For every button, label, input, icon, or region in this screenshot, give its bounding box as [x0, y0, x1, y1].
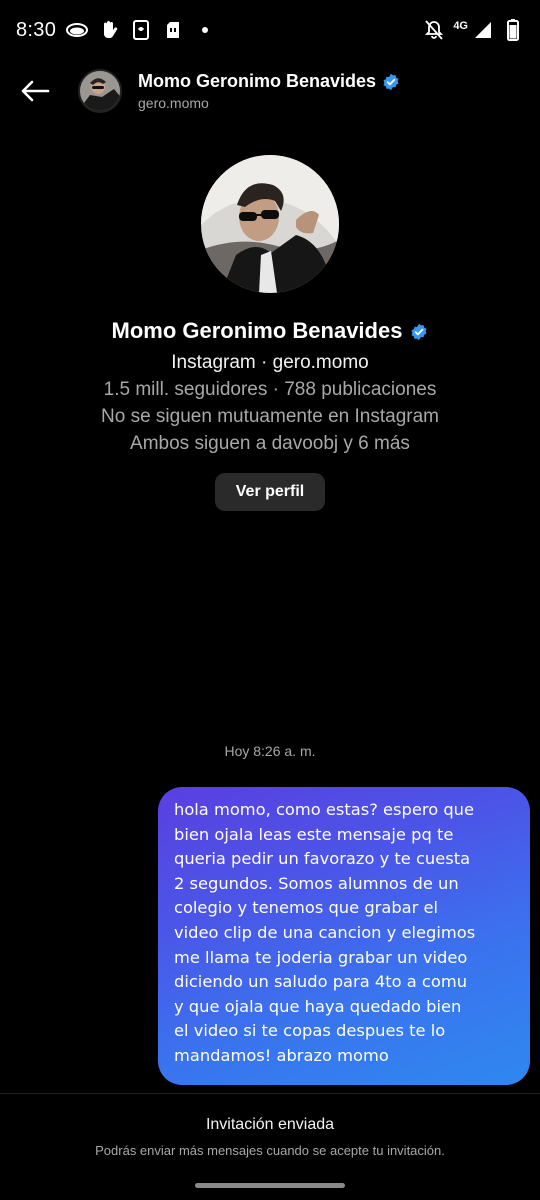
status-bar: 8:30 4G	[0, 0, 540, 60]
sim-card-icon	[162, 19, 184, 41]
home-indicator[interactable]	[195, 1183, 345, 1188]
bell-off-icon	[423, 19, 445, 41]
sent-message-bubble[interactable]: hola momo, como estas? espero que bien o…	[158, 787, 530, 1085]
chat-header: Momo Geronimo Benavides gero.momo	[0, 60, 540, 122]
header-text[interactable]: Momo Geronimo Benavides gero.momo	[138, 71, 400, 111]
status-right: 4G	[423, 19, 524, 41]
profile-avatar[interactable]	[201, 155, 339, 293]
view-profile-button[interactable]: Ver perfil	[215, 473, 325, 511]
profile-name-row: Momo Geronimo Benavides	[0, 318, 540, 344]
invitation-sent-subtitle: Podrás enviar más mensajes cuando se ace…	[95, 1143, 445, 1158]
arrow-left-icon	[21, 80, 50, 102]
phone-clip-icon	[130, 19, 152, 41]
invitation-sent-title: Invitación enviada	[205, 1116, 335, 1133]
hand-icon	[98, 19, 120, 41]
profile-follow-status: No se siguen mutuamente en Instagram	[101, 406, 439, 427]
footer-divider	[0, 1093, 540, 1094]
header-name: Momo Geronimo Benavides	[138, 71, 377, 91]
verified-badge-icon	[410, 322, 428, 341]
notification-dot-icon	[194, 19, 216, 41]
status-left: 8:30	[16, 19, 216, 42]
back-button[interactable]	[0, 60, 70, 122]
header-handle: gero.momo	[138, 95, 209, 111]
header-name-row: Momo Geronimo Benavides	[138, 71, 400, 92]
profile-platform-line: Instagram · gero.momo	[171, 352, 369, 373]
profile-stats-line: 1.5 mill. seguidores · 788 publicaciones	[103, 379, 437, 400]
header-avatar[interactable]	[78, 69, 122, 113]
signal-icon	[472, 19, 494, 41]
status-time: 8:30	[16, 18, 57, 41]
verified-badge-icon	[382, 73, 400, 91]
network-type: 4G	[453, 20, 468, 32]
eye-icon	[66, 19, 89, 41]
profile-mutual-followers: Ambos siguen a davoobj y 6 más	[130, 433, 410, 454]
dm-thread-screen: 8:30 4G Momo Geronimo Benavides gero.mom…	[0, 0, 540, 1200]
message-timestamp: Hoy 8:26 a. m.	[224, 743, 316, 759]
battery-icon	[502, 19, 524, 41]
profile-name: Momo Geronimo Benavides	[111, 318, 403, 343]
